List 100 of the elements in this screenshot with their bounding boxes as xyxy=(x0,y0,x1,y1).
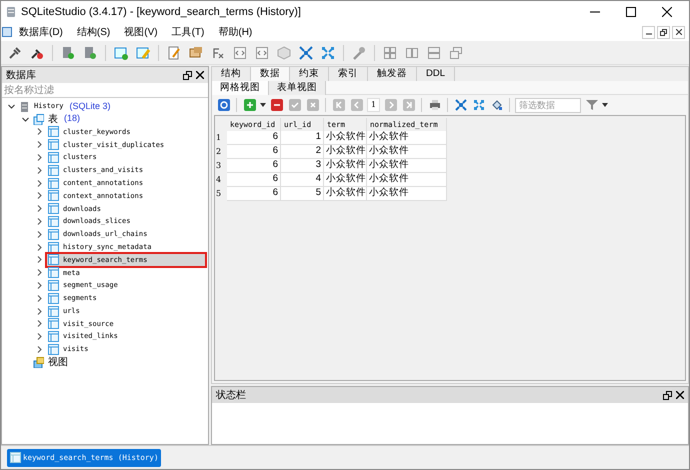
table-cell[interactable]: 2 xyxy=(281,145,324,159)
table-icon xyxy=(48,126,59,138)
table-cell[interactable]: 小众软件 xyxy=(324,159,367,173)
add-icon xyxy=(244,99,256,111)
close-icon xyxy=(662,7,672,17)
mdi-restore-button[interactable] xyxy=(657,26,670,38)
menu-item[interactable]: 帮助(H) xyxy=(211,24,260,40)
table-cell[interactable]: 小众软件 xyxy=(324,131,367,145)
wrench-icon xyxy=(351,44,367,60)
table-add-icon xyxy=(113,44,129,60)
table-icon xyxy=(48,216,59,228)
menu-item[interactable]: 视图(V) xyxy=(117,24,165,40)
table-cell[interactable]: 小众软件 xyxy=(324,187,367,201)
tile-icon xyxy=(382,44,398,60)
table-cell[interactable]: 6 xyxy=(227,145,281,159)
code-icon xyxy=(232,44,248,60)
maximize-icon xyxy=(626,7,636,17)
table-cell[interactable]: 小众软件 xyxy=(367,131,447,145)
restore-icon xyxy=(660,28,667,36)
table-icon xyxy=(48,190,59,202)
previous-page-icon xyxy=(350,99,362,111)
table-cell[interactable]: 6 xyxy=(227,173,281,187)
table-icon xyxy=(48,152,59,164)
table-icon xyxy=(48,267,59,278)
restore-icon[interactable] xyxy=(663,390,672,400)
table-cell[interactable]: 3 xyxy=(281,159,324,173)
table-cell[interactable]: 小众软件 xyxy=(367,187,447,201)
panel-title: 状态栏 xyxy=(216,388,246,402)
row-number: 1 xyxy=(215,132,222,144)
checkmark-icon xyxy=(288,99,300,111)
row-number: 3 xyxy=(215,160,222,172)
mdi-close-button[interactable] xyxy=(672,26,685,38)
menu-item[interactable]: 工具(T) xyxy=(164,24,212,40)
table-icon xyxy=(48,344,59,356)
tab[interactable]: 网格视图 xyxy=(212,81,269,95)
table-cell[interactable]: 小众软件 xyxy=(324,173,367,187)
table-icon xyxy=(48,280,59,292)
table-icon xyxy=(10,452,21,463)
database-refresh-icon xyxy=(82,44,98,60)
table-icon xyxy=(48,203,59,214)
cascade-icon xyxy=(448,44,464,60)
cross-icon xyxy=(306,99,318,111)
table-cell[interactable]: 1 xyxy=(281,131,324,145)
printer-icon xyxy=(428,99,441,111)
page-number[interactable]: 1 xyxy=(367,98,380,112)
tab[interactable]: 表单视图 xyxy=(269,81,326,95)
close-icon[interactable] xyxy=(196,71,204,79)
filter-icon xyxy=(586,99,598,111)
tab[interactable]: 数据 xyxy=(251,67,290,81)
views-icon xyxy=(33,356,44,368)
table-cell[interactable]: 4 xyxy=(281,173,324,187)
table-cell[interactable]: 6 xyxy=(227,131,281,145)
table-icon xyxy=(48,164,59,176)
document-icon xyxy=(2,27,12,37)
collapse-icon xyxy=(298,44,314,60)
panel-title: 数据库 xyxy=(6,68,36,82)
table-icon xyxy=(48,306,59,317)
filter-field[interactable]: 筛选数据 xyxy=(515,98,582,112)
close-icon xyxy=(676,29,682,35)
menu-item[interactable]: 数据库(D) xyxy=(12,24,70,40)
table-icon xyxy=(48,228,59,240)
tables-icon xyxy=(33,114,44,125)
tree-label: 表 xyxy=(48,112,58,127)
expand-icon xyxy=(320,44,336,60)
last-page-icon xyxy=(402,99,415,111)
filter-field[interactable]: 按名称过滤 xyxy=(2,83,208,98)
row-number: 5 xyxy=(215,188,222,200)
table-cell[interactable]: 6 xyxy=(227,187,281,201)
mdi-minimize-button[interactable] xyxy=(642,26,655,38)
table-icon xyxy=(48,139,59,150)
table-icon xyxy=(48,331,59,342)
table-icon xyxy=(48,242,59,253)
first-page-icon xyxy=(332,99,344,111)
item-count: (SQLite 3) xyxy=(70,100,111,113)
import-icon xyxy=(188,44,204,60)
table-edit-icon xyxy=(135,44,151,60)
table-cell[interactable]: 6 xyxy=(227,159,281,173)
database-add-icon xyxy=(60,44,76,60)
paint-bucket-icon xyxy=(490,99,503,111)
dropdown-arrow-icon[interactable] xyxy=(260,103,266,107)
next-page-icon xyxy=(384,99,397,111)
menu-item[interactable]: 结构(S) xyxy=(70,24,118,40)
table-cell[interactable]: 小众软件 xyxy=(367,145,447,159)
dropdown-arrow-icon[interactable] xyxy=(602,103,608,107)
close-icon[interactable] xyxy=(676,391,684,399)
toolbar-button[interactable] xyxy=(269,98,284,112)
refresh-icon xyxy=(218,99,230,111)
toolbar-button[interactable] xyxy=(216,98,231,112)
toolbar-button[interactable] xyxy=(427,98,442,112)
window-title: SQLiteStudio (3.4.17) - [keyword_search_terms (History)] xyxy=(21,4,301,20)
restore-icon[interactable] xyxy=(183,70,192,80)
app-icon xyxy=(5,6,17,18)
database-icon xyxy=(19,100,30,112)
table-cell[interactable]: 5 xyxy=(281,187,324,201)
row-number: 4 xyxy=(215,174,222,186)
table-icon xyxy=(48,178,59,189)
table-cell[interactable]: 小众软件 xyxy=(367,173,447,187)
table-cell[interactable]: 小众软件 xyxy=(324,145,367,159)
table-icon xyxy=(48,318,59,330)
table-cell[interactable]: 小众软件 xyxy=(367,159,447,173)
